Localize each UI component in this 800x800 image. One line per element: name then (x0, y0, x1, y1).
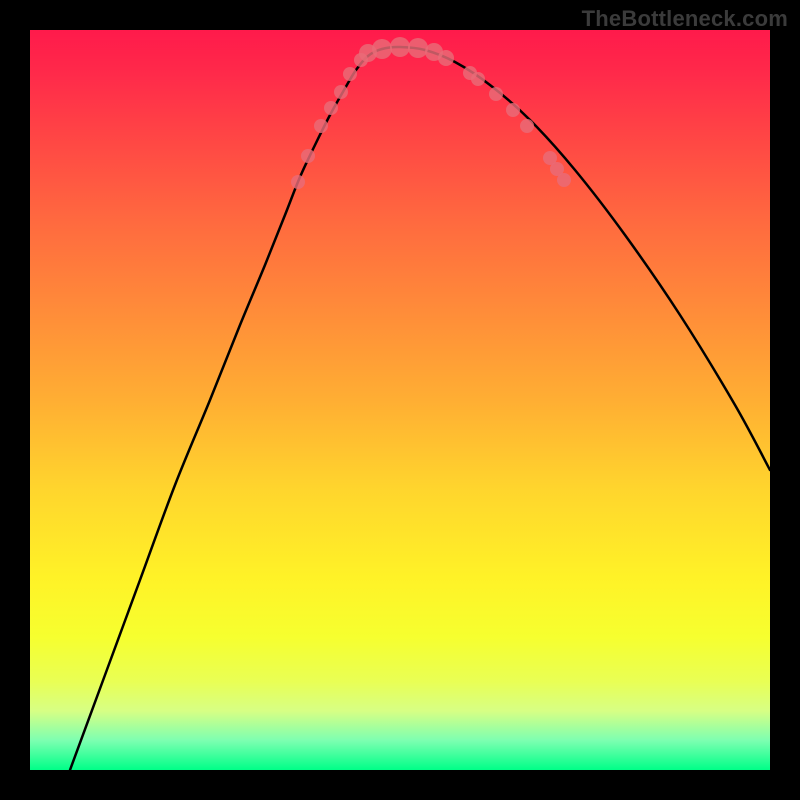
curve-marker (557, 173, 571, 187)
curve-marker (520, 119, 534, 133)
curve-marker (471, 72, 485, 86)
curve-marker (324, 101, 338, 115)
curve-marker (301, 149, 315, 163)
chart-svg (30, 30, 770, 770)
markers-group (291, 37, 571, 189)
watermark-text: TheBottleneck.com (582, 6, 788, 32)
curve-marker (489, 87, 503, 101)
plot-area (30, 30, 770, 770)
bottleneck-curve (70, 47, 770, 770)
curve-marker (291, 175, 305, 189)
curve-marker (408, 38, 428, 58)
curve-marker (506, 103, 520, 117)
curve-marker (343, 67, 357, 81)
curve-marker (390, 37, 410, 57)
curve-marker (314, 119, 328, 133)
curve-marker (334, 85, 348, 99)
chart-stage: TheBottleneck.com (0, 0, 800, 800)
curve-marker (438, 50, 454, 66)
curve-marker (372, 39, 392, 59)
